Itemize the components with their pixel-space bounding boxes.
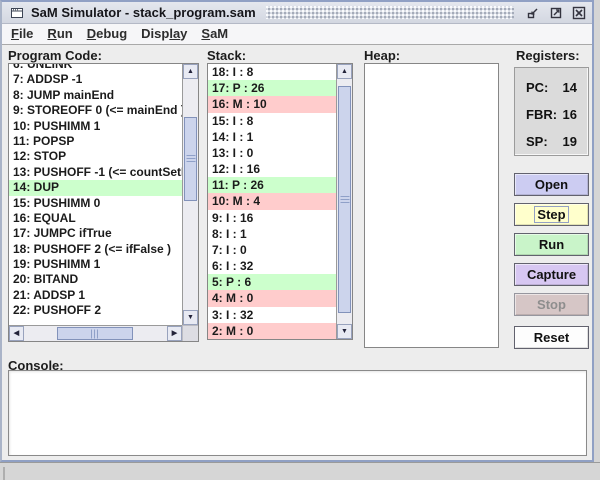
button-reset[interactable]: Reset (514, 326, 589, 349)
stack-list[interactable]: 18: I : 8 17: P : 26 16: M : 10 15: I : … (207, 63, 353, 340)
program-row[interactable]: 14: DUP (9, 180, 182, 196)
register-name: FBR: (526, 107, 558, 122)
stack-row: 13: I : 0 (212, 145, 254, 160)
program-row[interactable]: 9: STOREOFF 0 (<= mainEnd ) (9, 103, 182, 118)
program-row[interactable]: 17: JUMPC ifTrue (9, 226, 182, 241)
program-row[interactable]: 15: PUSHIMM 0 (9, 196, 182, 211)
registers-label: Registers: (516, 48, 580, 63)
program-horizontal-scrollbar[interactable]: ◀ ▶ (9, 325, 182, 341)
menu-file[interactable]: File (6, 24, 42, 44)
button-run[interactable]: Run (514, 233, 589, 256)
console-output[interactable] (8, 370, 587, 456)
stack-row: 3: I : 32 (212, 307, 254, 322)
register-value: 14 (562, 80, 577, 95)
register-value: 19 (562, 134, 577, 149)
scroll-right-icon[interactable]: ▶ (167, 326, 182, 341)
stack-row: 7: I : 0 (212, 242, 247, 257)
app-window: SaM Simulator - stack_program.sam File R… (0, 0, 594, 462)
stack-row: 16: M : 10 (208, 96, 336, 113)
scroll-up-icon[interactable]: ▲ (337, 64, 352, 79)
stack-row: 11: P : 26 (208, 177, 336, 194)
program-row[interactable]: 16: EQUAL (9, 211, 182, 226)
titlebar-texture (265, 6, 514, 19)
desktop-background (0, 462, 600, 480)
program-row[interactable]: 12: STOP (9, 149, 182, 164)
stack-row: 15: I : 8 (212, 113, 254, 128)
program-vscroll-thumb[interactable] (184, 117, 197, 201)
program-row[interactable]: 19: PUSHIMM 1 (9, 257, 182, 272)
register-row: PC: 14 (515, 80, 588, 95)
stack-row: 5: P : 6 (208, 274, 336, 291)
program-row[interactable]: 18: PUSHOFF 2 (<= ifFalse ) (9, 242, 182, 257)
stack-row: 8: I : 1 (212, 226, 247, 241)
stack-label: Stack: (207, 48, 247, 63)
minimize-icon[interactable] (524, 4, 541, 21)
register-row: FBR: 16 (515, 107, 588, 122)
scroll-down-icon[interactable]: ▼ (183, 310, 198, 325)
button-step[interactable]: Step (514, 203, 589, 226)
stack-row: 4: M : 0 (208, 290, 336, 307)
stack-row: 6: I : 32 (212, 259, 254, 274)
program-hscroll-thumb[interactable] (57, 327, 133, 340)
register-name: SP: (526, 134, 548, 149)
stack-row: 18: I : 8 (212, 65, 254, 79)
program-row[interactable]: 20: BITAND (9, 272, 182, 287)
program-row[interactable]: 13: PUSHOFF -1 (<= countSetBits ) (9, 165, 182, 180)
register-row: SP: 19 (515, 134, 588, 149)
program-row[interactable]: 22: PUSHOFF 2 (9, 303, 182, 318)
program-code-list[interactable]: 6: UNLINK 7: ADDSP -1 8: JUMP mainEnd 9:… (8, 63, 199, 342)
program-vertical-scrollbar[interactable]: ▲ ▼ (182, 64, 198, 325)
register-value: 16 (562, 107, 577, 122)
menu-debug[interactable]: Debug (82, 24, 136, 44)
program-row[interactable]: 7: ADDSP -1 (9, 72, 182, 87)
scroll-down-icon[interactable]: ▼ (337, 324, 352, 339)
window-title: SaM Simulator - stack_program.sam (31, 5, 256, 20)
scroll-left-icon[interactable]: ◀ (9, 326, 24, 341)
register-name: PC: (526, 80, 549, 95)
program-row[interactable]: 6: UNLINK (9, 64, 182, 72)
menu-sam[interactable]: SaM (196, 24, 237, 44)
menu-display[interactable]: Display (136, 24, 196, 44)
program-code-label: Program Code: (8, 48, 102, 63)
program-row[interactable]: 11: POPSP (9, 134, 182, 149)
stack-vertical-scrollbar[interactable]: ▲ ▼ (336, 64, 352, 339)
heap-label: Heap: (364, 48, 401, 63)
stack-row: 2: M : 0 (208, 322, 336, 339)
stack-row: 10: M : 4 (208, 193, 336, 210)
heap-viewport[interactable] (365, 64, 498, 347)
heap-list[interactable] (364, 63, 499, 348)
control-buttons: Open Step Run Capture Stop Reset (514, 173, 589, 349)
menubar: File Run Debug Display SaM (2, 24, 592, 45)
stack-row: 12: I : 16 (212, 162, 261, 177)
button-open[interactable]: Open (514, 173, 589, 196)
stack-row: 14: I : 1 (212, 129, 254, 144)
close-icon[interactable] (570, 4, 587, 21)
menu-run[interactable]: Run (42, 24, 81, 44)
program-code-viewport[interactable]: 6: UNLINK 7: ADDSP -1 8: JUMP mainEnd 9:… (9, 64, 182, 325)
registers-box: PC: 14 FBR: 16 SP: 19 (514, 67, 589, 156)
app-icon (8, 4, 25, 21)
stack-row: 17: P : 26 (208, 80, 336, 97)
scrollbar-corner (182, 325, 198, 341)
program-row[interactable]: 10: PUSHIMM 1 (9, 119, 182, 134)
stack-vscroll-thumb[interactable] (338, 86, 351, 313)
maximize-icon[interactable] (547, 4, 564, 21)
titlebar[interactable]: SaM Simulator - stack_program.sam (2, 2, 592, 24)
program-row[interactable]: 21: ADDSP 1 (9, 288, 182, 303)
button-capture[interactable]: Capture (514, 263, 589, 286)
stack-row: 9: I : 16 (212, 210, 254, 225)
button-stop: Stop (514, 293, 589, 316)
main-content: Program Code: Stack: Heap: Registers: 6:… (2, 45, 592, 460)
program-row[interactable]: 8: JUMP mainEnd (9, 88, 182, 103)
scroll-up-icon[interactable]: ▲ (183, 64, 198, 79)
stack-viewport[interactable]: 18: I : 8 17: P : 26 16: M : 10 15: I : … (208, 64, 336, 339)
